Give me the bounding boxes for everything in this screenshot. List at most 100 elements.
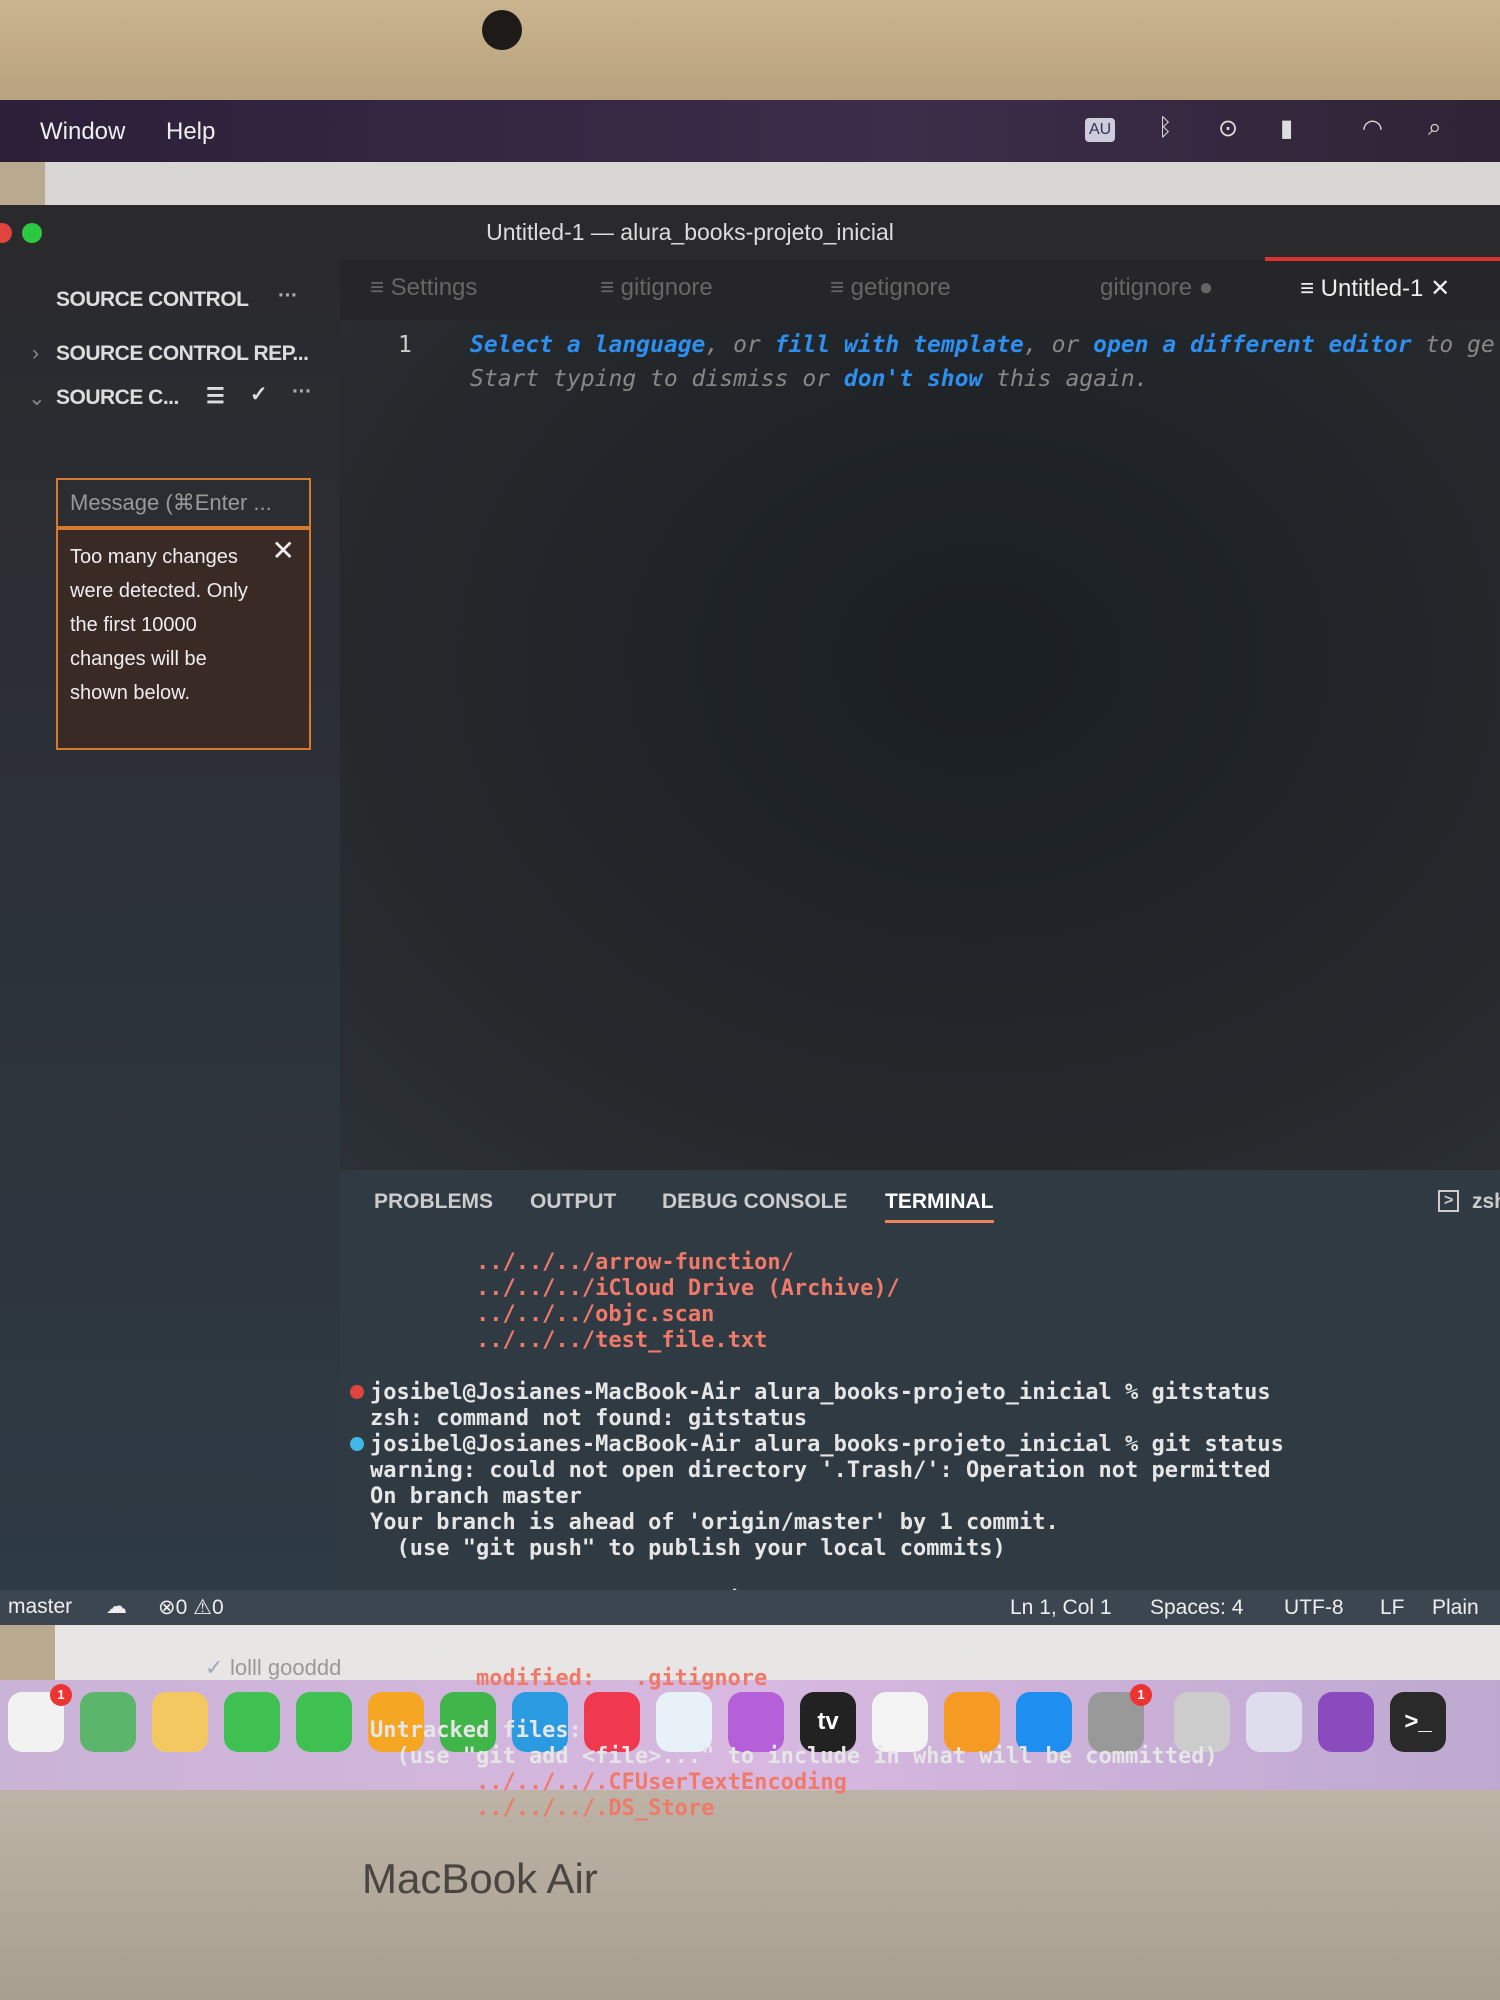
menu-window[interactable]: Window xyxy=(40,118,125,146)
tab-terminal[interactable]: TERMINAL xyxy=(885,1190,994,1223)
terminal-line-text: (use "git restore <file>..." to discard … xyxy=(370,1640,1311,1665)
terminal-line-text: Your branch is ahead of 'origin/master' … xyxy=(370,1510,1059,1535)
command-error-icon xyxy=(350,1385,364,1399)
search-icon[interactable]: ⌕ xyxy=(1428,114,1441,142)
tab-getignore[interactable]: ≡ getignore xyxy=(830,274,951,302)
title-bar: Untitled-1 — alura_books-projeto_inicial xyxy=(0,205,1500,260)
editor-hint-text: this again. xyxy=(982,366,1149,392)
window-title: Untitled-1 — alura_books-projeto_inicial xyxy=(486,219,894,245)
close-tab-icon[interactable]: ✕ xyxy=(1430,275,1450,302)
terminal-line: (use "git add <file>..." to include in w… xyxy=(370,1744,1500,1770)
terminal-line: warning: could not open directory '.Tras… xyxy=(370,1458,1500,1484)
dock-reminders-icon[interactable]: 1 xyxy=(8,1684,72,1752)
zoom-window-button[interactable] xyxy=(22,223,42,243)
dock-photos-icon[interactable] xyxy=(152,1692,208,1752)
encoding[interactable]: UTF-8 xyxy=(1284,1596,1344,1620)
terminal-line: Untracked files: xyxy=(370,1718,1500,1744)
terminal-line-text: ../../../test_file.txt xyxy=(370,1328,768,1353)
more-actions-icon[interactable]: ··· xyxy=(278,284,298,308)
section-source-control-repositories[interactable]: SOURCE CONTROL REP... xyxy=(56,342,309,366)
close-icon[interactable]: ✕ xyxy=(272,534,295,568)
view-as-list-icon[interactable]: ☰ xyxy=(206,384,225,409)
notification-badge: 1 xyxy=(50,1684,72,1706)
sync-icon[interactable]: ☁ xyxy=(106,1594,127,1619)
branch-indicator[interactable]: master xyxy=(8,1595,72,1619)
menu-bar: Window Help AU ᛒ ⊙ ▮ ◠ ⌕ xyxy=(0,100,1500,162)
indentation[interactable]: Spaces: 4 xyxy=(1150,1596,1243,1620)
editor-hint-text: Start typing to dismiss or xyxy=(470,366,844,392)
wifi-icon[interactable]: ◠ xyxy=(1362,114,1383,143)
sidebar-title: SOURCE CONTROL xyxy=(56,288,249,311)
dock-facetime-icon[interactable] xyxy=(296,1692,352,1752)
play-icon[interactable]: ⊙ xyxy=(1218,114,1238,143)
terminal-line: (use "git restore <file>..." to discard … xyxy=(370,1640,1500,1666)
vscode-window: Untitled-1 — alura_books-projeto_inicial… xyxy=(0,205,1500,1821)
editor-hint-link[interactable]: fill with template xyxy=(775,332,1024,358)
terminal-line-text: On branch master xyxy=(370,1484,582,1509)
tab-problems[interactable]: PROBLEMS xyxy=(374,1190,493,1214)
editor-hint-line-1: Select a language, or fill with template… xyxy=(470,332,1495,358)
editor-hint-text: , or xyxy=(705,332,775,358)
close-window-button[interactable] xyxy=(0,223,12,243)
terminal-line: On branch master xyxy=(370,1484,1500,1510)
tab-debug-console[interactable]: DEBUG CONSOLE xyxy=(662,1190,848,1214)
camera xyxy=(482,10,522,50)
tab-settings[interactable]: ≡ Settings xyxy=(370,274,477,302)
device-brand: MacBook Air xyxy=(362,1855,598,1902)
laptop-bezel xyxy=(0,0,1500,100)
bluetooth-icon[interactable]: ᛒ xyxy=(1158,114,1172,142)
menu-help[interactable]: Help xyxy=(166,118,215,146)
cursor-position[interactable]: Ln 1, Col 1 xyxy=(1010,1596,1112,1620)
terminal-shell-icon[interactable]: > xyxy=(1438,1190,1460,1212)
terminal-line: ../../../arrow-function/ xyxy=(370,1250,1500,1276)
section-source-control[interactable]: SOURCE C... xyxy=(56,386,179,410)
editor-hint-link[interactable]: don't show xyxy=(844,366,982,392)
terminal-line-text: (use "git add <file>..." to include in w… xyxy=(370,1744,1218,1769)
active-tab-indicator xyxy=(1265,257,1500,261)
terminal-line-text: ../../../iCloud Drive (Archive)/ xyxy=(370,1276,900,1301)
source-control-sidebar: SOURCE CONTROL ··· › SOURCE CONTROL REP.… xyxy=(0,260,340,1590)
terminal-shell-name[interactable]: zsh xyxy=(1472,1190,1500,1214)
language-mode[interactable]: Plain xyxy=(1432,1596,1479,1620)
terminal-line: modified: .gitignore xyxy=(370,1666,1500,1692)
too-many-changes-warning: Too many changes were detected. Only the… xyxy=(56,528,311,750)
commit-check-icon[interactable]: ✓ xyxy=(250,382,268,407)
end-of-line[interactable]: LF xyxy=(1380,1596,1405,1620)
editor-tabs: ≡ Settings ≡ gitignore ≡ getignore gitig… xyxy=(340,260,1500,320)
terminal-line-text: zsh: command not found: gitstatus xyxy=(370,1406,808,1431)
terminal-line: josibel@Josianes-MacBook-Air alura_books… xyxy=(350,1432,1500,1458)
terminal-line-text: josibel@Josianes-MacBook-Air alura_books… xyxy=(370,1380,1271,1405)
battery-icon[interactable]: ▮ xyxy=(1280,114,1293,143)
more-actions-icon[interactable]: ··· xyxy=(292,380,312,404)
terminal-line-text: warning: could not open directory '.Tras… xyxy=(370,1458,1271,1483)
commit-message-input[interactable]: Message (⌘Enter ... xyxy=(56,478,311,528)
tab-label: Untitled-1 xyxy=(1320,275,1424,302)
input-source-icon[interactable]: AU xyxy=(1085,118,1116,142)
bottom-panel: PROBLEMS OUTPUT DEBUG CONSOLE TERMINAL >… xyxy=(340,1170,1500,1821)
editor-hint-link[interactable]: Select a language xyxy=(470,332,705,358)
chevron-right-icon[interactable]: › xyxy=(32,342,39,366)
editor-hint-link[interactable]: open a different editor xyxy=(1093,332,1412,358)
editor-area[interactable]: 1 Select a language, or fill with templa… xyxy=(340,320,1500,1170)
tab-untitled-1[interactable]: ≡ Untitled-1 ✕ xyxy=(1300,274,1450,303)
dock-maps-icon[interactable] xyxy=(80,1692,136,1752)
warning-text: Too many changes were detected. Only the… xyxy=(70,546,248,704)
editor-hint-line-2: Start typing to dismiss or don't show th… xyxy=(470,366,1149,392)
tab-gitignore[interactable]: ≡ gitignore xyxy=(600,274,713,302)
problems-indicator[interactable]: ⊗0 ⚠0 xyxy=(158,1595,224,1620)
error-icon: ⊗ xyxy=(158,1596,176,1619)
terminal-line-text: ../../../.DS_Store xyxy=(370,1796,715,1821)
terminal-line-text: josibel@Josianes-MacBook-Air alura_books… xyxy=(370,1432,1284,1457)
error-count: 0 xyxy=(175,1596,188,1619)
warning-count: 0 xyxy=(211,1596,224,1619)
terminal-line: ../../../iCloud Drive (Archive)/ xyxy=(370,1276,1500,1302)
terminal-output[interactable]: ../../../arrow-function/ ../../../iCloud… xyxy=(350,1250,1500,1822)
message-text: lolll gooddd xyxy=(230,1655,342,1680)
tab-label: gitignore xyxy=(1100,274,1193,301)
tab-gitignore-modified[interactable]: gitignore ● xyxy=(1100,274,1213,302)
chevron-down-icon[interactable]: ⌄ xyxy=(28,386,46,411)
tab-label: gitignore xyxy=(620,274,713,301)
tab-output[interactable]: OUTPUT xyxy=(530,1190,616,1214)
dock-messages-icon[interactable] xyxy=(224,1692,280,1752)
